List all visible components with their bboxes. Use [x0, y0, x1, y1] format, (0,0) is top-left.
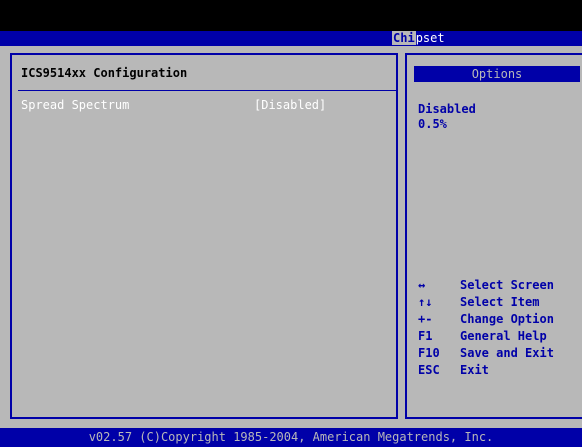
arrow-left-right-icon: ↔: [418, 278, 426, 292]
help-desc: General Help: [460, 329, 547, 343]
help-desc: Select Screen: [460, 278, 554, 292]
help-key: F1: [418, 329, 433, 343]
setting-value[interactable]: [Disabled]: [254, 98, 326, 112]
option-item[interactable]: Disabled: [418, 102, 476, 116]
section-title: ICS9514xx Configuration: [21, 66, 188, 80]
help-desc: Change Option: [460, 312, 554, 326]
option-item[interactable]: 0.5%: [418, 117, 447, 131]
options-header: Options: [414, 66, 580, 82]
tab-chipset[interactable]: Chipset: [392, 31, 445, 46]
help-desc: Select Item: [460, 295, 540, 309]
setting-label: Spread Spectrum: [21, 98, 130, 112]
help-key: F10: [418, 346, 440, 360]
help-desc: Exit: [460, 363, 489, 377]
plus-minus-icon: +-: [418, 312, 433, 326]
help-desc: Save and Exit: [460, 346, 554, 360]
top-black-band: [0, 0, 582, 31]
section-divider: [18, 90, 398, 91]
help-key: ESC: [418, 363, 440, 377]
tab-chipset-highlight: Chi: [392, 31, 416, 45]
footer-copyright: v02.57 (C)Copyright 1985-2004, American …: [0, 428, 582, 447]
tab-chipset-label: pset: [415, 31, 445, 45]
arrow-up-down-icon: ↑↓: [418, 295, 433, 309]
title-bar: [0, 31, 582, 46]
